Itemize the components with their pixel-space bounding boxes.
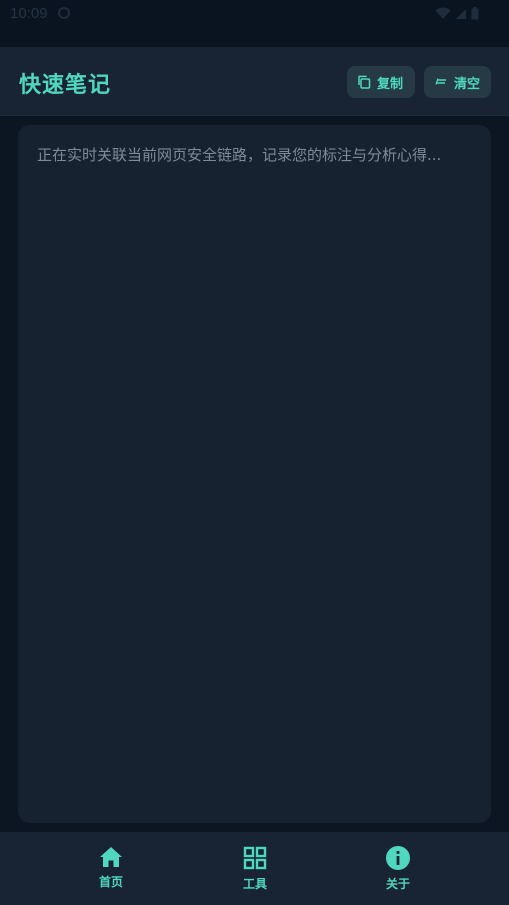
clear-button[interactable]: 清空 — [424, 66, 491, 98]
home-icon — [100, 847, 122, 867]
signal-icon — [456, 8, 466, 19]
clear-button-label: 清空 — [454, 76, 481, 92]
bottom-nav: 首页 工具 关于 — [0, 832, 509, 905]
grid-icon — [243, 846, 267, 870]
note-textarea[interactable]: 正在实时关联当前网页安全链路，记录您的标注与分析心得... — [18, 125, 491, 823]
copy-button-label: 复制 — [377, 76, 404, 92]
note-placeholder: 正在实时关联当前网页安全链路，记录您的标注与分析心得... — [37, 146, 442, 164]
info-icon — [386, 846, 410, 870]
status-bar: 10:09 — [0, 0, 509, 47]
page-title: 快速笔记 — [19, 73, 112, 98]
notification-icon — [58, 7, 70, 19]
copy-icon — [358, 75, 371, 89]
app-header: 快速笔记 复制 清空 — [0, 47, 509, 116]
copy-button[interactable]: 复制 — [347, 66, 415, 98]
status-time: 10:09 — [10, 5, 48, 22]
battery-icon — [471, 7, 479, 20]
app-screen: 10:09 快速笔记 复制 清空 正在实时关联当前网页安全链路，记录您的标注与分… — [0, 0, 509, 905]
nav-item-tools[interactable]: 工具 — [215, 846, 295, 892]
nav-item-about-label: 关于 — [385, 877, 410, 891]
nav-item-tools-label: 工具 — [242, 877, 267, 891]
nav-item-home-label: 首页 — [98, 875, 123, 889]
status-icons — [435, 7, 479, 20]
nav-item-home[interactable]: 首页 — [71, 846, 151, 890]
clear-icon — [435, 78, 446, 85]
wifi-icon — [435, 7, 451, 19]
nav-item-about[interactable]: 关于 — [358, 846, 438, 892]
